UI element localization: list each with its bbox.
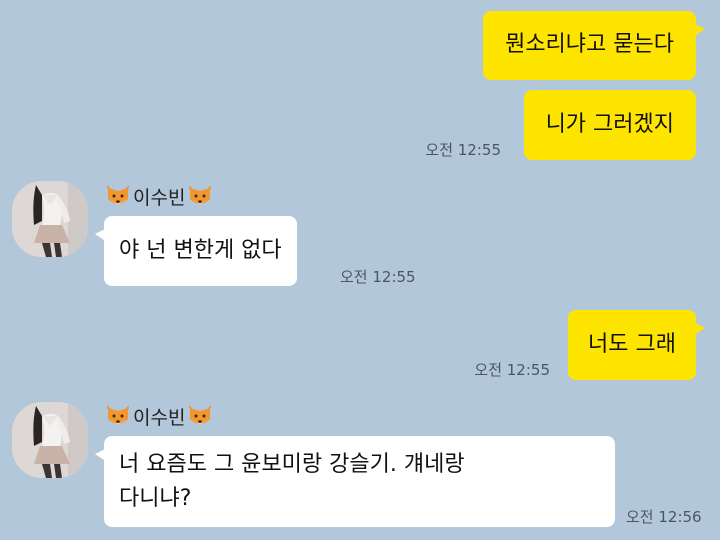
my-message-bubble[interactable]: 니가 그러겠지 bbox=[523, 90, 696, 160]
sender-name-row: 이수빈 bbox=[104, 402, 214, 430]
fox-icon bbox=[104, 182, 132, 210]
message-timestamp: 오전 12:55 bbox=[474, 361, 550, 379]
sender-name: 이수빈 bbox=[133, 406, 186, 429]
message-text: 니가 그러겠지 bbox=[545, 112, 674, 137]
chat-area[interactable]: 뭔소리냐고 묻는다 니가 그러겠지 오전 12:55 이수빈 야 넌 변한게 없… bbox=[0, 0, 720, 540]
avatar[interactable] bbox=[12, 181, 88, 257]
my-message-bubble[interactable]: 너도 그래 bbox=[568, 310, 705, 380]
their-message-bubble[interactable]: 야 넌 변한게 없다 bbox=[95, 216, 297, 286]
profile-photo bbox=[12, 181, 88, 257]
fox-icon bbox=[186, 402, 214, 430]
profile-photo bbox=[12, 402, 88, 478]
fox-icon bbox=[104, 402, 132, 430]
message-text: 야 넌 변한게 없다 bbox=[119, 238, 282, 263]
their-message-bubble[interactable]: 너 요즘도 그 윤보미랑 강슬기. 걔네랑 다니냐? bbox=[95, 436, 615, 527]
my-message-bubble[interactable]: 뭔소리냐고 묻는다 bbox=[483, 11, 705, 80]
message-text-line: 다니냐? bbox=[119, 486, 192, 511]
message-text: 너도 그래 bbox=[588, 332, 676, 357]
avatar[interactable] bbox=[12, 402, 88, 478]
message-text: 뭔소리냐고 묻는다 bbox=[505, 32, 674, 57]
message-text-line: 너 요즘도 그 윤보미랑 강슬기. 걔네랑 bbox=[119, 452, 465, 477]
fox-icon bbox=[186, 182, 214, 210]
sender-name: 이수빈 bbox=[133, 186, 186, 209]
message-timestamp: 오전 12:55 bbox=[425, 141, 501, 159]
message-timestamp: 오전 12:56 bbox=[626, 508, 702, 526]
sender-name-row: 이수빈 bbox=[104, 182, 214, 210]
message-timestamp: 오전 12:55 bbox=[340, 268, 416, 286]
